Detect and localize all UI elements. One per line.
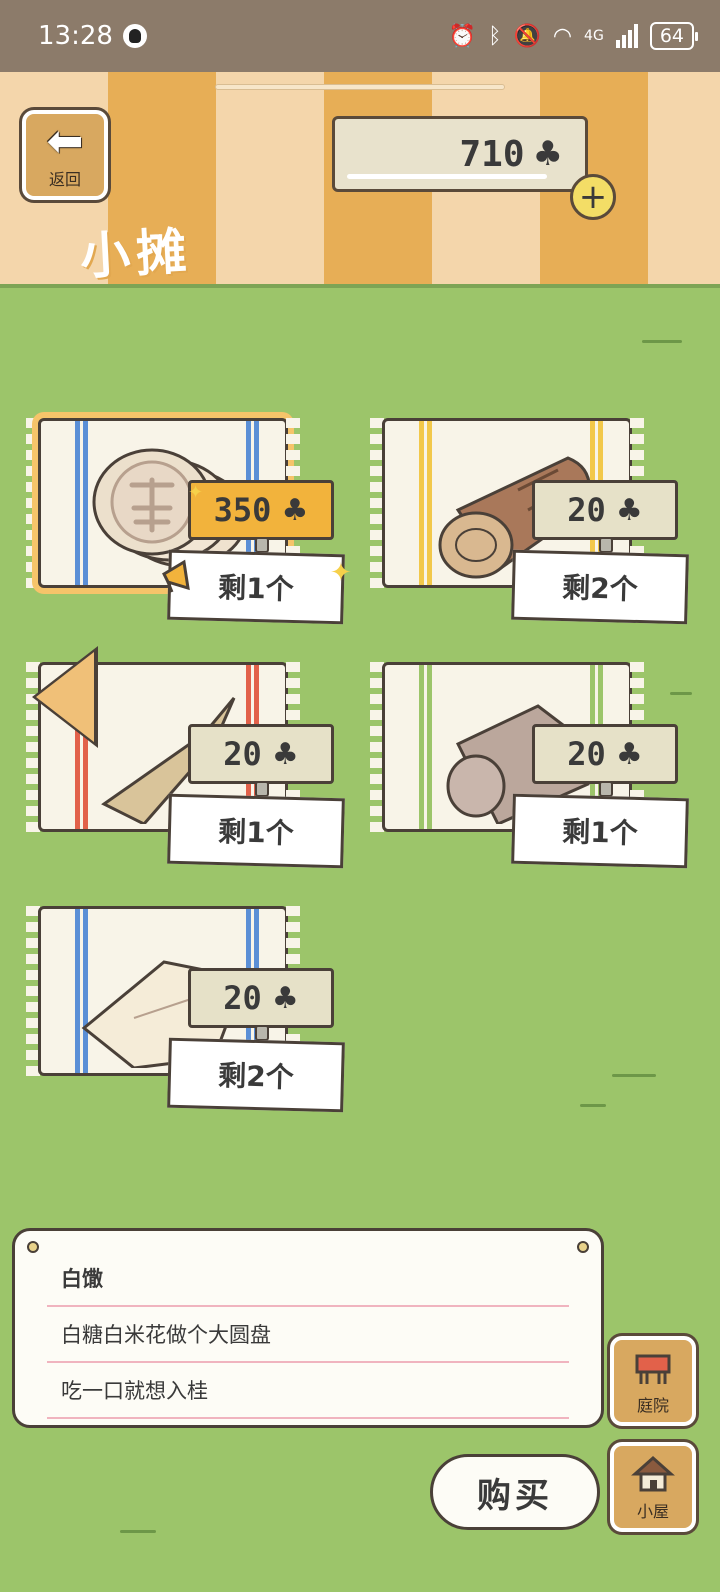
item-desc-line: 白糖白米花做个大圆盘 [47, 1307, 569, 1363]
clover-count: 710 [459, 133, 525, 175]
mute-icon: 🔕 [513, 23, 541, 49]
grass-mark [120, 1530, 156, 1533]
item-description-panel: 白馓 白糖白米花做个大圆盘 吃一口就想入桂 [12, 1228, 604, 1428]
item-price: 20 [567, 735, 606, 773]
clover-icon: ♣ [281, 492, 309, 528]
bluetooth-icon: ᛒ [488, 23, 502, 49]
item-price-tag: 350 ♣ [188, 480, 334, 553]
house-label: 小屋 [636, 1502, 669, 1521]
back-button[interactable]: ⬅ 返回 [22, 110, 108, 200]
item-stock-label: 剩2个 [511, 549, 689, 625]
yard-button[interactable]: 庭院 [610, 1336, 696, 1426]
yard-label: 庭院 [636, 1396, 669, 1415]
shop-item[interactable]: 20 ♣ 剩1个 [370, 652, 690, 882]
back-label: 返回 [48, 170, 81, 189]
item-price: 20 [223, 735, 262, 773]
status-bar: 13:28 ⏰ ᛒ 🔕 ◠ 4G 64 [0, 0, 720, 72]
sparkle-icon: ✦ [188, 482, 204, 503]
item-price-tag: 20 ♣ [532, 480, 678, 553]
buy-label: 购买 [477, 1475, 553, 1516]
yard-icon [635, 1354, 671, 1384]
buy-button[interactable]: 购买 [430, 1454, 600, 1530]
item-price-tag: 20 ♣ [532, 724, 678, 797]
clover-icon: ♣ [271, 736, 299, 772]
item-price-tag: 20 ♣ [188, 724, 334, 797]
item-price-tag: 20 ♣ [188, 968, 334, 1041]
item-name: 白馓 [47, 1251, 569, 1307]
item-price: 20 [223, 979, 262, 1017]
megaphone-icon [162, 559, 190, 593]
shop-item[interactable]: 20 ♣ 剩2个 [26, 896, 346, 1126]
network-label: 4G [584, 28, 604, 44]
house-icon [631, 1455, 675, 1492]
clover-icon: ♣ [532, 134, 563, 174]
status-icons: ⏰ ᛒ 🔕 ◠ 4G 64 [448, 22, 699, 50]
shop-item[interactable]: 20 ♣ 剩2个 [370, 408, 690, 638]
stall-header: ⬅ 返回 小摊 710 ♣ + [0, 72, 720, 286]
pin-icon [27, 1241, 39, 1253]
clover-balance: 710 ♣ [332, 116, 588, 192]
house-button[interactable]: 小屋 [610, 1442, 696, 1532]
item-price: 20 [567, 491, 606, 529]
sparkle-icon: ✦ [330, 558, 352, 588]
grass-mark [612, 1074, 656, 1077]
add-clover-button[interactable]: + [570, 174, 616, 220]
alarm-icon: ⏰ [448, 23, 477, 49]
page-title: 小摊 [78, 222, 194, 286]
shop-item[interactable]: 350 ♣ 剩1个 ✦ ✦ [26, 408, 352, 638]
grass-mark [642, 340, 682, 343]
wifi-icon: ◠ [552, 23, 573, 49]
signal-icon [615, 24, 638, 48]
clover-icon: ♣ [615, 736, 643, 772]
clover-icon: ♣ [615, 492, 643, 528]
item-price: 350 [213, 491, 272, 529]
item-stock-label: 剩1个 [511, 793, 689, 869]
back-arrow-icon: ⬅ [46, 116, 84, 167]
item-desc-line: 吃一口就想入桂 [47, 1363, 569, 1419]
battery-icon: 64 [649, 22, 699, 50]
qq-icon [122, 24, 147, 48]
pull-handle [215, 84, 505, 90]
pin-icon [577, 1241, 589, 1253]
item-stock-label: 剩1个 [167, 793, 345, 869]
status-time: 13:28 [38, 21, 113, 51]
clover-icon: ♣ [271, 980, 299, 1016]
grass-mark [580, 1104, 606, 1107]
item-stock-label: 剩2个 [167, 1037, 345, 1113]
